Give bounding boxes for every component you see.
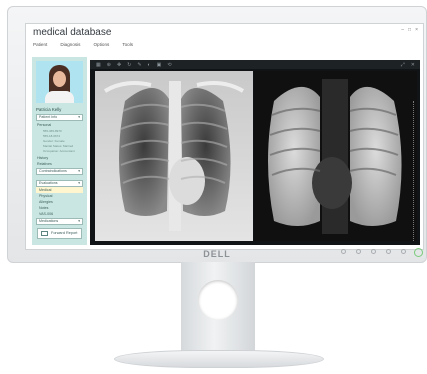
evaluations-label: Evaluations bbox=[39, 181, 58, 185]
monitor-buttons bbox=[341, 249, 406, 254]
invert-icon[interactable]: ▣ bbox=[157, 62, 162, 68]
monitor-bezel: medical database – □ × Patient Diagnosis… bbox=[7, 6, 427, 263]
measure-icon[interactable]: ✎ bbox=[137, 62, 141, 68]
contrast-icon[interactable]: ◐ bbox=[148, 62, 151, 68]
rotate-icon[interactable]: ↻ bbox=[127, 62, 131, 68]
chest-xray-left bbox=[95, 71, 253, 241]
chevron-down-icon: ▾ bbox=[78, 219, 80, 223]
xray-image-left[interactable] bbox=[95, 71, 253, 241]
menu-item-options[interactable]: Options bbox=[93, 42, 109, 47]
minimize-icon[interactable]: – bbox=[401, 27, 404, 33]
report-icon bbox=[41, 231, 48, 236]
app-window: medical database – □ × Patient Diagnosis… bbox=[25, 23, 424, 250]
medications-label: Medications bbox=[39, 219, 59, 223]
zoom-icon[interactable]: ⊕ bbox=[107, 62, 111, 68]
forward-report-label: Forward Report bbox=[51, 231, 78, 235]
menu-item-diagnosis[interactable]: Diagnosis bbox=[60, 42, 80, 47]
evaluation-item-vas[interactable]: VAS-006 bbox=[36, 211, 83, 217]
chevron-down-icon: ▾ bbox=[78, 169, 80, 173]
personal-line: 555-18-6674 bbox=[43, 134, 61, 138]
monitor-button[interactable] bbox=[401, 249, 406, 254]
image-scroll-ruler[interactable] bbox=[412, 101, 414, 241]
patient-name: Patricia Kelly bbox=[36, 107, 62, 112]
patient-info-label: Patient Info bbox=[39, 115, 58, 119]
maximize-icon[interactable]: □ bbox=[408, 27, 411, 33]
menu-bar: Patient Diagnosis Options Tools bbox=[33, 42, 133, 47]
close-icon[interactable]: × bbox=[415, 27, 418, 33]
monitor-button[interactable] bbox=[341, 249, 346, 254]
viewer-toolbar: ▦ ⊕ ✥ ↻ ✎ ◐ ▣ ⟲ ⤢ ✕ bbox=[90, 60, 420, 69]
monitor-button[interactable] bbox=[356, 249, 361, 254]
window-controls: – □ × bbox=[401, 27, 418, 33]
patient-sidebar: Patricia Kelly Patient Info ▾ Personal 5… bbox=[32, 57, 87, 245]
xray-image-right[interactable] bbox=[254, 71, 417, 241]
chevron-down-icon: ▾ bbox=[78, 115, 80, 119]
expand-icon[interactable]: ⤢ bbox=[401, 62, 405, 68]
patient-info-dropdown[interactable]: Patient Info ▾ bbox=[36, 114, 83, 121]
personal-line: Occupation: Accountant bbox=[43, 149, 75, 153]
menu-item-patient[interactable]: Patient bbox=[33, 42, 47, 47]
personal-line: 555-365-8970 bbox=[43, 129, 62, 133]
patient-photo bbox=[36, 61, 83, 103]
chevron-down-icon: ▾ bbox=[78, 181, 80, 185]
evaluations-dropdown[interactable]: Evaluations ▾ bbox=[36, 180, 83, 187]
monitor-stand-base bbox=[114, 350, 324, 368]
contraindications-dropdown[interactable]: Contraindications ▾ bbox=[36, 168, 83, 175]
medications-dropdown[interactable]: Medications ▾ bbox=[36, 218, 83, 225]
power-button-icon[interactable] bbox=[414, 248, 423, 257]
menu-item-tools[interactable]: Tools bbox=[122, 42, 133, 47]
close-viewer-icon[interactable]: ✕ bbox=[411, 62, 415, 68]
cable-hole bbox=[198, 280, 238, 320]
xray-viewer: ▦ ⊕ ✥ ↻ ✎ ◐ ▣ ⟲ ⤢ ✕ bbox=[90, 60, 420, 245]
history-link[interactable]: History bbox=[37, 156, 48, 160]
forward-report-button[interactable]: Forward Report bbox=[37, 228, 82, 239]
monitor-brand-logo: DELL bbox=[203, 249, 231, 259]
monitor-button[interactable] bbox=[386, 249, 391, 254]
grid-icon[interactable]: ▦ bbox=[96, 62, 101, 68]
reset-icon[interactable]: ⟲ bbox=[167, 62, 171, 68]
personal-line: Gender: Female bbox=[43, 139, 65, 143]
pan-icon[interactable]: ✥ bbox=[117, 62, 121, 68]
chest-xray-right bbox=[254, 71, 417, 241]
monitor-button[interactable] bbox=[371, 249, 376, 254]
monitor-stand-neck bbox=[181, 262, 255, 357]
app-title: medical database bbox=[33, 27, 112, 38]
relatives-link[interactable]: Relatives bbox=[37, 162, 52, 166]
personal-line: Marital Status: Married bbox=[43, 144, 74, 148]
personal-heading: Personal bbox=[37, 123, 52, 127]
contraindications-label: Contraindications bbox=[39, 169, 67, 173]
